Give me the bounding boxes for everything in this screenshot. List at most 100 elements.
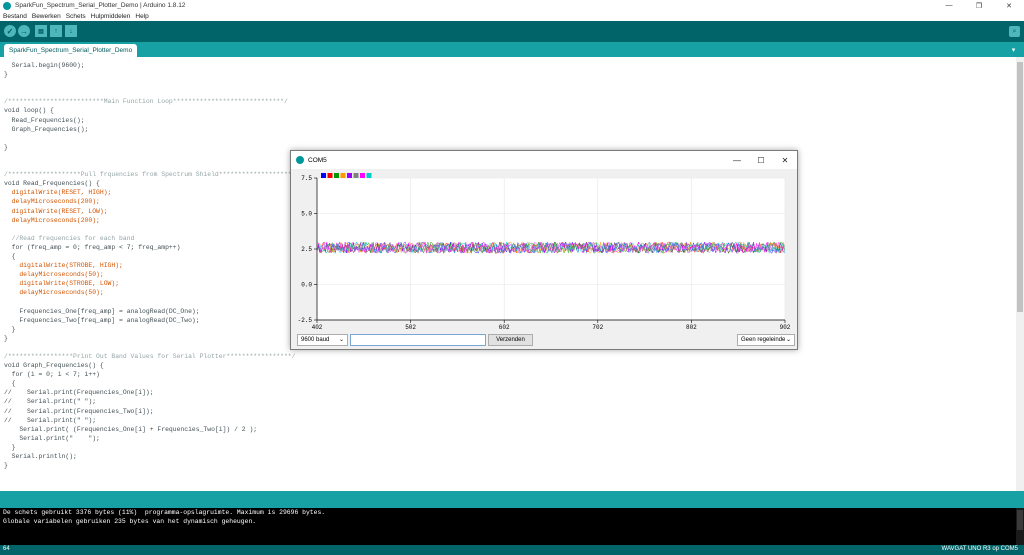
code-line: }: [4, 325, 16, 333]
send-button[interactable]: Verzenden: [488, 334, 533, 346]
code-lines: Serial.begin(9600);} /*******************…: [4, 61, 307, 470]
editor-scroll-thumb[interactable]: [1017, 62, 1023, 312]
open-button[interactable]: ↑: [50, 25, 62, 37]
baud-rate-select[interactable]: 9600 baud ⌄: [297, 334, 348, 346]
code-line: Frequencies_One[freq_amp] = analogRead(D…: [4, 307, 200, 315]
code-line: digitalWrite(RESET, LOW);: [4, 207, 108, 215]
code-line: // Serial.print(Frequencies_One[i]);: [4, 389, 154, 397]
y-tick-label: 7.5: [301, 175, 312, 182]
code-line: Read_Frequencies();: [4, 116, 85, 124]
upload-button[interactable]: →: [18, 25, 30, 37]
code-line: /*****************Print Out Band Values …: [4, 353, 296, 360]
code-line: /*************************Main Function …: [4, 98, 288, 106]
chevron-down-icon: ⌄: [785, 337, 791, 343]
plotter-title: COM5: [308, 156, 327, 164]
baud-rate-value: 9600 baud: [301, 337, 330, 343]
code-line: // Serial.print(Frequencies_Two[i]);: [4, 407, 154, 415]
x-tick-label: 402: [312, 324, 323, 331]
code-line: {: [4, 380, 16, 388]
code-line: Serial.println();: [4, 453, 77, 461]
plotter-titlebar: COM5 — ☐ ✕: [291, 151, 797, 169]
code-line: Serial.begin(9600);: [4, 62, 85, 69]
code-line: {: [4, 252, 16, 260]
x-tick-label: 702: [592, 324, 603, 331]
code-line: // Serial.print(" ");: [4, 398, 97, 406]
code-line: void Read_Frequencies() {: [4, 180, 100, 188]
plotter-close-button[interactable]: ✕: [779, 154, 791, 166]
code-line: void Graph_Frequencies() {: [4, 362, 104, 370]
menu-help[interactable]: Help: [135, 13, 148, 20]
legend-swatch: [340, 173, 346, 178]
board-port-info: WAVGAT UNO R3 op COM5: [941, 546, 1018, 552]
code-line: }: [4, 443, 16, 451]
y-tick-label: 5.0: [301, 211, 312, 218]
editor-console-divider[interactable]: [0, 491, 1024, 508]
code-line: digitalWrite(STROBE, HIGH);: [4, 262, 123, 270]
code-line: digitalWrite(STROBE, LOW);: [4, 280, 120, 288]
close-button[interactable]: ✕: [994, 0, 1024, 11]
plot-chart: 402 502 602 702 802 902 7.5 5.0 2.5 0.0 -2.5: [298, 173, 791, 331]
verify-button[interactable]: ✓: [4, 25, 16, 37]
toolbar: ✓ → ▤ ↑ ↓ ⌕: [0, 21, 1024, 42]
code-line: delayMicroseconds(50);: [4, 271, 104, 279]
tab-sketch[interactable]: SparkFun_Spectrum_Serial_Plotter_Demo: [4, 44, 138, 57]
x-tick-label: 902: [780, 324, 791, 331]
y-tick-label: -2.5: [298, 317, 313, 324]
line-ending-select[interactable]: Geen regeleinde ⌄: [737, 334, 795, 346]
code-line: delayMicroseconds(200);: [4, 216, 100, 224]
code-line: //Read frequencies for each band: [4, 234, 135, 242]
code-line: /*******************Pull frquencies from…: [4, 171, 307, 179]
console-scroll-thumb[interactable]: [1017, 510, 1023, 530]
new-sketch-button[interactable]: ▤: [35, 25, 47, 37]
serial-plotter-window: COM5 — ☐ ✕ 402 502 602 702 802 902 7.5 5.0 2.5 0.…: [290, 150, 798, 350]
y-tick-label: 2.5: [301, 246, 312, 253]
line-ending-value: Geen regeleinde: [741, 337, 786, 343]
legend-swatch: [327, 173, 333, 178]
send-input[interactable]: [350, 334, 486, 346]
tab-bar: SparkFun_Spectrum_Serial_Plotter_Demo ▾: [0, 42, 1024, 57]
x-tick-label: 502: [405, 324, 416, 331]
menu-hulpmiddelen[interactable]: Hulpmiddelen: [91, 13, 131, 20]
maximize-button[interactable]: ❐: [964, 0, 994, 11]
line-number: 64: [3, 546, 10, 552]
code-line: }: [4, 462, 8, 470]
menu-bestand[interactable]: Bestand: [3, 13, 27, 20]
arduino-logo-icon: [3, 1, 11, 10]
code-line: for (freq_amp = 0; freq_amp < 7; freq_am…: [4, 243, 181, 251]
plotter-minimize-button[interactable]: —: [731, 154, 743, 166]
serial-monitor-icon: ⌕: [1012, 27, 1017, 35]
console-line: Globale variabelen gebruiken 235 bytes v…: [3, 518, 257, 525]
menu-bewerken[interactable]: Bewerken: [32, 13, 61, 20]
window-title: SparkFun_Spectrum_Serial_Plotter_Demo | …: [15, 2, 186, 9]
upload-icon: →: [20, 26, 28, 36]
plotter-maximize-button[interactable]: ☐: [755, 154, 767, 166]
save-button[interactable]: ↓: [65, 25, 77, 37]
code-line: for (i = 0; i < 7; i++): [4, 371, 100, 379]
code-line: }: [4, 334, 8, 342]
code-line: void loop() {: [4, 107, 54, 115]
new-icon: ▤: [38, 28, 44, 35]
save-icon: ↓: [69, 27, 73, 35]
code-line: // Serial.print(" ");: [4, 416, 97, 424]
legend-swatch: [321, 173, 326, 178]
code-line: Serial.print(" ");: [4, 434, 100, 442]
code-line: delayMicroseconds(50);: [4, 289, 104, 297]
y-tick-label: 0.0: [301, 282, 312, 289]
serial-monitor-button[interactable]: ⌕: [1009, 26, 1020, 37]
legend-swatch: [353, 173, 359, 178]
menu-schets[interactable]: Schets: [66, 13, 86, 20]
tab-menu-button[interactable]: ▾: [1009, 45, 1018, 54]
legend-swatch: [334, 173, 339, 178]
minimize-button[interactable]: —: [934, 0, 964, 11]
editor-scrollbar[interactable]: [1016, 57, 1024, 491]
code-line: digitalWrite(RESET, HIGH);: [4, 189, 112, 197]
code-line: }: [4, 71, 8, 79]
legend-swatch: [366, 173, 372, 178]
